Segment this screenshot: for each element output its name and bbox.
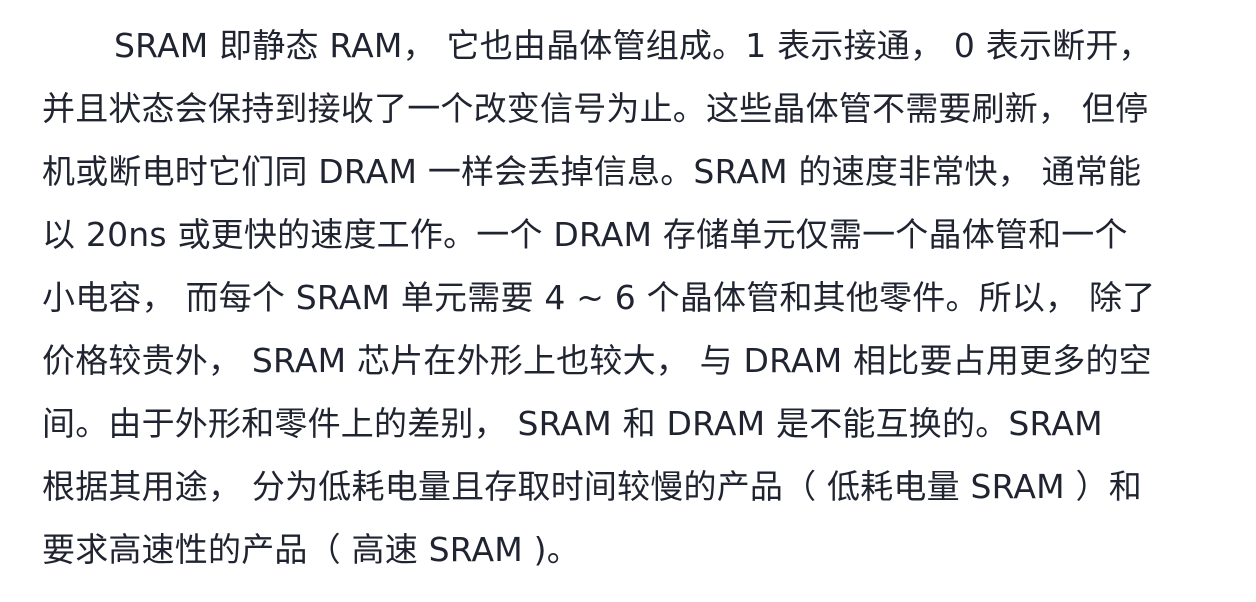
paragraph-line-7: 间。由于外形和零件上的差别， SRAM 和 DRAM 是不能互换的。SRAM (42, 404, 1103, 443)
paragraph-line-9: 要求高速性的产品（ 高速 SRAM )。 (42, 530, 580, 569)
document-page: SRAM 即静态 RAM， 它也由晶体管组成。1 表示接通， 0 表示断开， 并… (0, 0, 1256, 602)
paragraph-line-6: 价格较贵外， SRAM 芯片在外形上也较大， 与 DRAM 相比要占用更多的空 (42, 341, 1152, 380)
paragraph-line-1: SRAM 即静态 RAM， 它也由晶体管组成。1 表示接通， 0 表示断开， (114, 26, 1152, 65)
paragraph-line-3: 机或断电时它们同 DRAM 一样会丢掉信息。SRAM 的速度非常快， 通常能 (42, 152, 1142, 191)
paragraph-line-2: 并且状态会保持到接收了一个改变信号为止。这些晶体管不需要刷新， 但停 (42, 89, 1149, 128)
paragraph-line-5: 小电容， 而每个 SRAM 单元需要 4 ~ 6 个晶体管和其他零件。所以， 除… (42, 278, 1156, 317)
paragraph-line-8: 根据其用途， 分为低耗电量且存取时间较慢的产品（ 低耗电量 SRAM ）和 (42, 467, 1142, 506)
paragraph-line-4: 以 20ns 或更快的速度工作。一个 DRAM 存储单元仅需一个晶体管和一个 (42, 215, 1128, 254)
